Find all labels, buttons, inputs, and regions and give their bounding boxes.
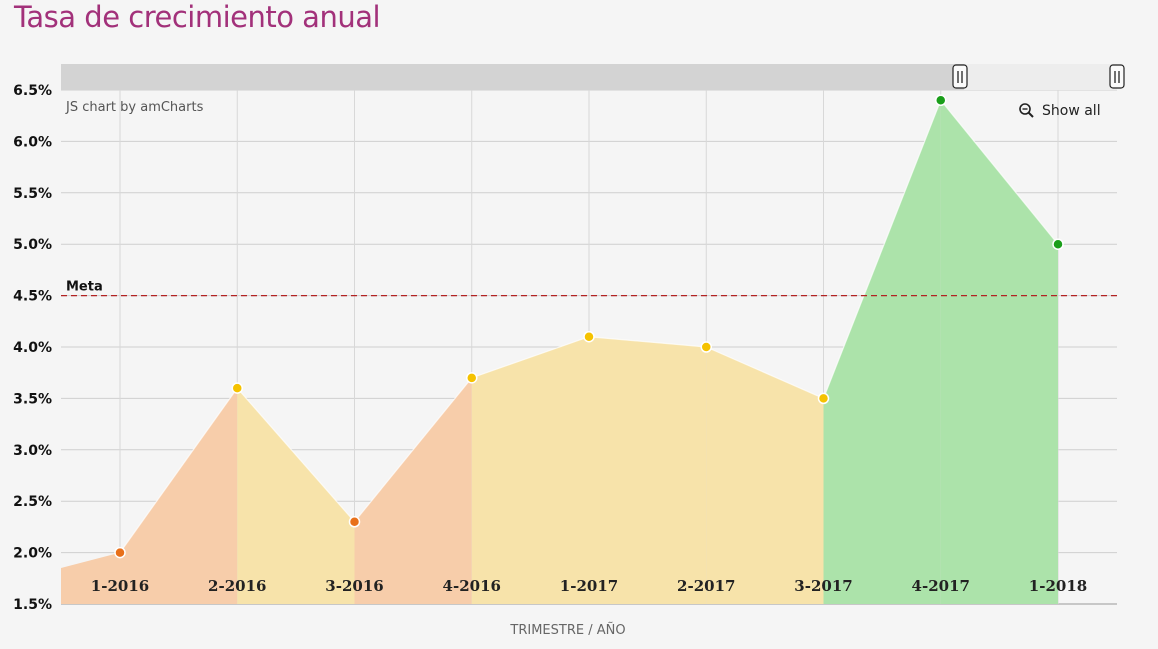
chart-credit[interactable]: JS chart by amCharts bbox=[65, 100, 204, 115]
data-point bbox=[583, 330, 595, 343]
show-all-label: Show all bbox=[1042, 103, 1101, 119]
show-all-button[interactable]: Show all bbox=[1019, 103, 1101, 119]
y-tick-label: 4.0% bbox=[13, 340, 52, 356]
area-segment bbox=[471, 336, 589, 604]
x-tick-label: 3-2017 bbox=[794, 577, 852, 595]
x-axis-title: TRIMESTRE / AÑO bbox=[509, 622, 625, 638]
data-point bbox=[935, 94, 947, 107]
x-axis-ticks: 1-2016 2-2016 3-2016 4-2016 1-2017 2-2017 3-20… bbox=[91, 577, 1087, 595]
y-tick-label: 3.0% bbox=[13, 443, 52, 459]
y-tick-label: 6.5% bbox=[13, 83, 52, 99]
area-segment bbox=[237, 388, 355, 604]
data-point bbox=[348, 516, 361, 528]
y-tick-label: 6.0% bbox=[13, 134, 52, 150]
y-tick-label: 2.0% bbox=[13, 546, 52, 562]
y-tick-label: 5.0% bbox=[13, 237, 52, 253]
chart-scrollbar[interactable] bbox=[61, 64, 1125, 90]
x-tick-label: 1-2017 bbox=[560, 577, 618, 595]
scrollbar-selected-range[interactable] bbox=[963, 64, 1117, 90]
x-tick-label: 2-2017 bbox=[677, 577, 735, 595]
area-segment bbox=[706, 347, 824, 604]
data-point bbox=[466, 372, 478, 384]
x-tick-label: 2-2016 bbox=[208, 577, 266, 595]
scrollbar-right-grip[interactable] bbox=[1109, 64, 1125, 89]
y-tick-label: 5.5% bbox=[13, 186, 52, 202]
chart-areas bbox=[61, 99, 1059, 604]
x-tick-label: 1-2016 bbox=[91, 577, 149, 595]
data-point bbox=[1052, 238, 1064, 250]
goal-line-label: Meta bbox=[66, 280, 103, 295]
zoom-out-icon bbox=[1019, 103, 1034, 118]
y-axis-ticks: 1.5% 2.0% 2.5% 3.0% 3.5% 4.0% 4.5% 5.0% 5.5% 6.0%… bbox=[13, 83, 52, 613]
data-point bbox=[817, 392, 830, 405]
growth-chart: Meta 1.5% 2.0% 2.5% 3.0% 3.5% 4.0% 4.5% 5.0% 5.5… bbox=[13, 64, 1125, 638]
data-point bbox=[231, 382, 243, 394]
y-tick-label: 3.5% bbox=[13, 391, 52, 407]
y-tick-label: 1.5% bbox=[13, 597, 52, 613]
area-segment bbox=[120, 388, 238, 604]
area-segment bbox=[940, 100, 1058, 604]
data-point bbox=[700, 341, 712, 353]
y-tick-label: 2.5% bbox=[13, 494, 52, 510]
area-segment bbox=[354, 377, 472, 604]
data-point bbox=[114, 546, 126, 559]
x-tick-label: 3-2016 bbox=[325, 577, 383, 595]
area-segment bbox=[589, 336, 707, 604]
scrollbar-left-grip[interactable] bbox=[952, 64, 968, 89]
x-tick-label: 4-2016 bbox=[443, 577, 501, 595]
x-tick-label: 4-2017 bbox=[912, 577, 970, 595]
x-tick-label: 1-2018 bbox=[1029, 577, 1087, 595]
y-tick-label: 4.5% bbox=[13, 289, 52, 305]
